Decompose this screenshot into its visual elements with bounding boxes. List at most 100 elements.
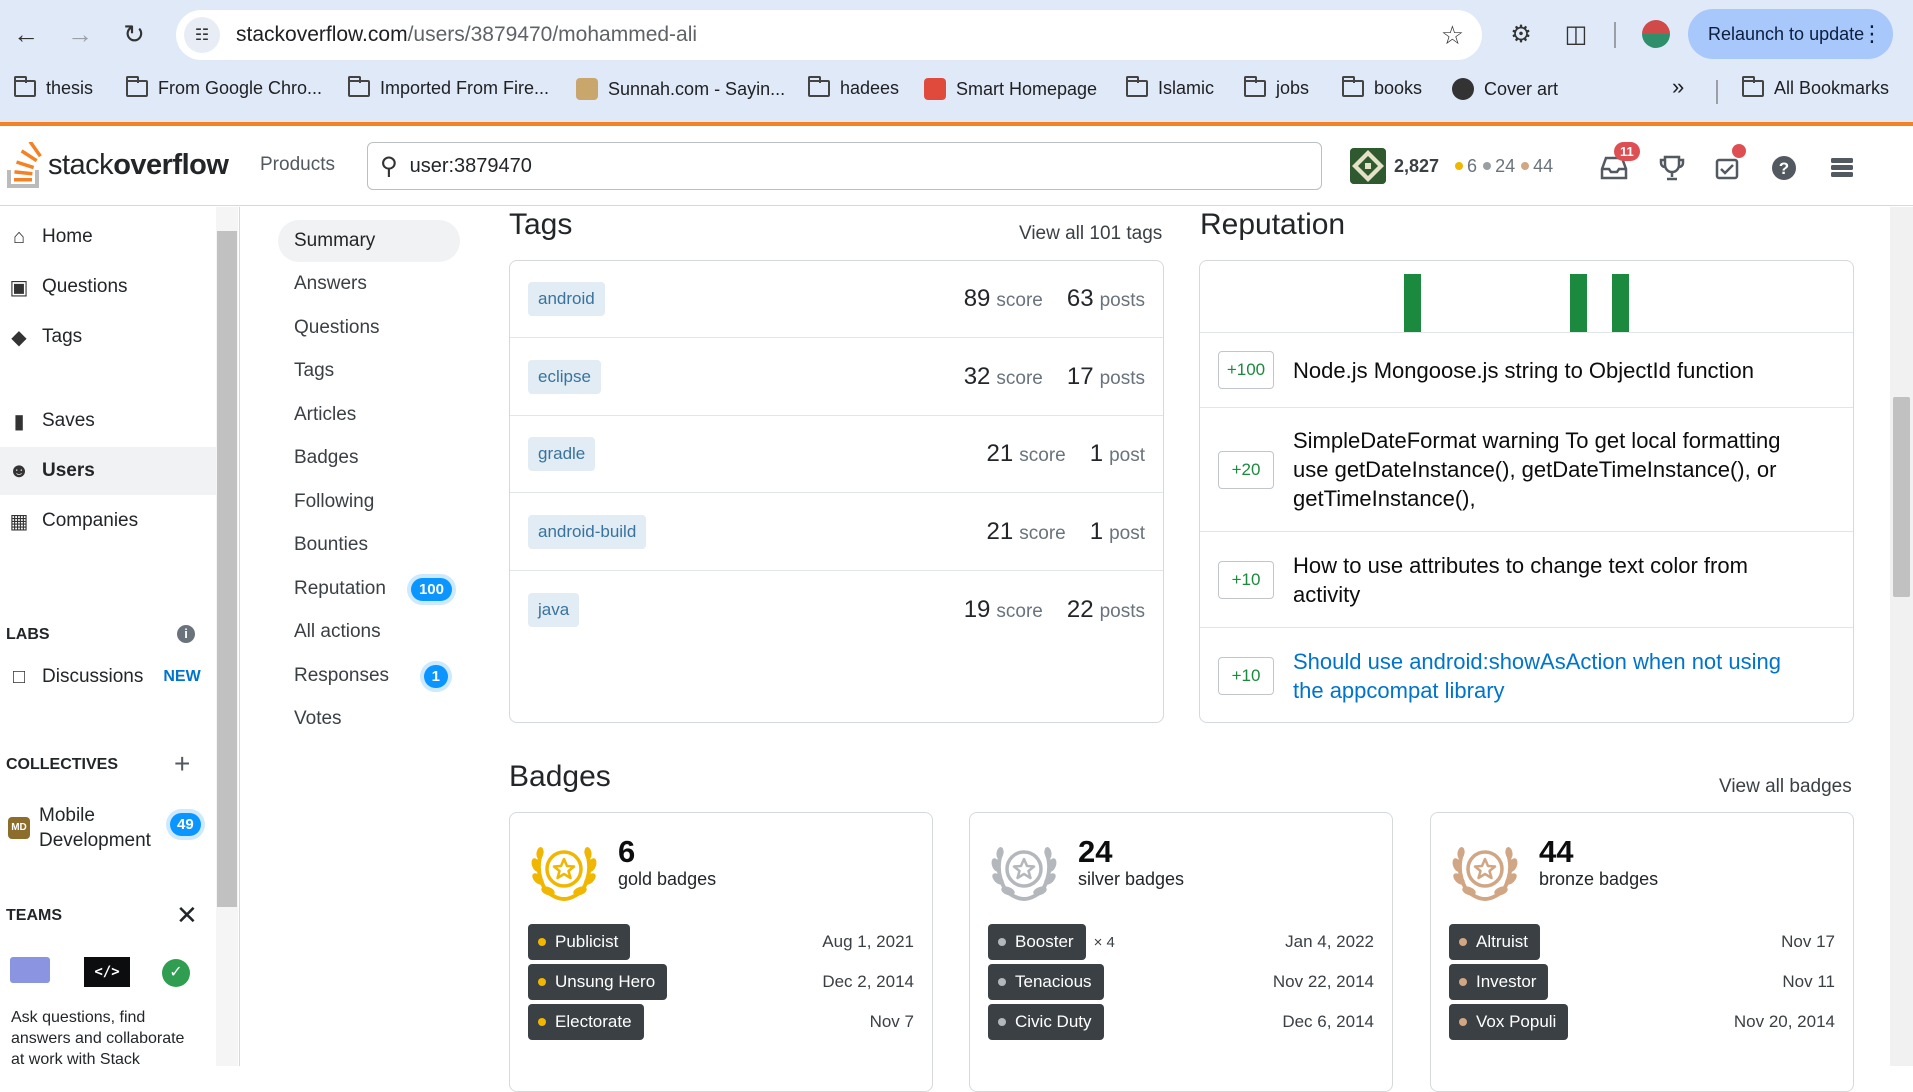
- labs-info-icon[interactable]: i: [177, 625, 195, 643]
- rep-event-row[interactable]: +100 Node.js Mongoose.js string to Objec…: [1200, 333, 1853, 408]
- badge-pill[interactable]: Investor: [1449, 964, 1549, 1000]
- sidebar-item-discussions[interactable]: □ Discussions NEW: [0, 653, 216, 701]
- view-all-badges-link[interactable]: View all badges: [1719, 776, 1852, 798]
- site-search[interactable]: ⚲: [367, 142, 1322, 190]
- inbox-icon[interactable]: 11: [1596, 142, 1640, 186]
- tab-answers[interactable]: Answers: [278, 263, 460, 305]
- reputation-graph-bar[interactable]: [1404, 274, 1421, 332]
- sidebar-item-home[interactable]: ⌂ Home: [0, 213, 216, 261]
- reputation-graph-bar[interactable]: [1570, 274, 1587, 332]
- tag-chip[interactable]: eclipse: [528, 359, 601, 394]
- relaunch-button[interactable]: Relaunch to update ⋮: [1688, 9, 1893, 59]
- add-collective-icon[interactable]: +: [174, 748, 190, 780]
- view-all-tags-link[interactable]: View all 101 tags: [1019, 223, 1162, 245]
- badge-pill[interactable]: Electorate: [528, 1004, 644, 1040]
- tab-badges[interactable]: Badges: [278, 437, 460, 479]
- tab-all-actions[interactable]: All actions: [278, 611, 460, 653]
- rep-event-title[interactable]: How to use attributes to change text col…: [1293, 551, 1813, 609]
- tab-votes[interactable]: Votes: [278, 698, 460, 740]
- bookmark-imported-from-firefox[interactable]: Imported From Fire...: [348, 76, 549, 99]
- extensions-puzzle-icon[interactable]: ◫: [1560, 18, 1592, 50]
- tab-responses[interactable]: Responses 1: [278, 655, 460, 697]
- profile-avatar[interactable]: [1640, 18, 1672, 50]
- user-rep-summary[interactable]: 2,827 6 24 44: [1350, 146, 1553, 186]
- badge-pill[interactable]: Booster: [988, 924, 1086, 960]
- reload-icon[interactable]: ↻: [114, 14, 154, 54]
- tag-score: 21: [986, 440, 1014, 467]
- sidebar-scrollbar[interactable]: [216, 207, 238, 1066]
- bookmark-books[interactable]: books: [1342, 76, 1422, 99]
- more-bookmarks-chevron-icon[interactable]: »: [1672, 74, 1684, 100]
- chrome-menu-icon[interactable]: ⋮: [1861, 21, 1883, 47]
- page-scrollbar-thumb[interactable]: [1893, 397, 1910, 597]
- badge-pill[interactable]: Altruist: [1449, 924, 1540, 960]
- home-icon: ⌂: [12, 225, 26, 248]
- site-settings-icon[interactable]: ☷: [184, 17, 220, 53]
- tab-reputation[interactable]: Reputation 100: [278, 568, 460, 610]
- url-text[interactable]: stackoverflow.com/users/3879470/mohammed…: [236, 23, 697, 47]
- bookmark-islamic[interactable]: Islamic: [1126, 76, 1214, 99]
- extension-gear-icon[interactable]: ⚙: [1505, 18, 1537, 50]
- tab-tags[interactable]: Tags: [278, 350, 460, 392]
- back-icon[interactable]: ←: [6, 14, 46, 54]
- badge-pill[interactable]: Publicist: [528, 924, 631, 960]
- sidebar-item-questions[interactable]: ▣ Questions: [0, 263, 216, 311]
- user-avatar[interactable]: [1350, 148, 1386, 184]
- bookmark-thesis[interactable]: thesis: [14, 76, 93, 99]
- badge-pill[interactable]: Unsung Hero: [528, 964, 668, 1000]
- tab-summary[interactable]: Summary: [278, 220, 460, 262]
- stackoverflow-logo[interactable]: stackoverflow: [6, 140, 229, 190]
- tab-bounties[interactable]: Bounties: [278, 524, 460, 566]
- all-bookmarks[interactable]: All Bookmarks: [1742, 76, 1889, 99]
- tag-chip[interactable]: android: [528, 282, 605, 316]
- site-switcher-icon[interactable]: [1824, 150, 1860, 186]
- tab-following[interactable]: Following: [278, 481, 460, 523]
- page-scrollbar[interactable]: [1890, 207, 1913, 1066]
- bookmark-sunnah[interactable]: Sunnah.com - Sayin...: [576, 78, 785, 100]
- bookmark-from-google-chrome[interactable]: From Google Chro...: [126, 76, 322, 99]
- rep-event-row[interactable]: +10 How to use attributes to change text…: [1200, 532, 1853, 628]
- products-menu[interactable]: Products: [260, 154, 335, 176]
- bookmark-jobs[interactable]: jobs: [1244, 76, 1309, 99]
- collective-mobile-development[interactable]: MD Mobile Development 49: [6, 799, 216, 855]
- badge-pill[interactable]: Civic Duty: [988, 1004, 1104, 1040]
- sidebar-item-companies[interactable]: ▦ Companies: [0, 497, 216, 545]
- search-input[interactable]: [409, 154, 1270, 178]
- bronze-badges-card: 44 bronze badges Altruist Nov 17 Investor Nov…: [1430, 812, 1854, 1092]
- help-icon[interactable]: ?: [1766, 150, 1802, 186]
- review-queues-icon[interactable]: [1710, 144, 1746, 186]
- reputation-graph-bar[interactable]: [1612, 274, 1629, 332]
- badge-card-header: 24 silver badges: [988, 835, 1184, 907]
- bookmark-smart-homepage[interactable]: Smart Homepage: [924, 78, 1097, 100]
- rep-event-title-link[interactable]: Should use android:showAsAction when not…: [1293, 647, 1813, 705]
- silver-dot-icon: [998, 1018, 1006, 1026]
- bookmark-star-icon[interactable]: ☆: [1441, 20, 1464, 51]
- badge-pill[interactable]: Vox Populi: [1449, 1004, 1569, 1040]
- badge-pill[interactable]: Tenacious: [988, 964, 1104, 1000]
- bookmark-icon: ▮: [13, 410, 25, 433]
- forward-icon[interactable]: →: [60, 14, 100, 54]
- tag-chip[interactable]: gradle: [528, 437, 596, 471]
- tag-chip[interactable]: java: [528, 592, 580, 627]
- tag-chip[interactable]: android-build: [528, 514, 647, 549]
- bronze-laurel-icon: [1452, 847, 1518, 902]
- tab-questions[interactable]: Questions: [278, 307, 460, 349]
- bookmark-cover-art[interactable]: Cover art: [1452, 78, 1558, 100]
- folder-icon: [1342, 76, 1364, 97]
- bookmark-hadees[interactable]: hadees: [808, 76, 899, 99]
- rep-event-title[interactable]: Node.js Mongoose.js string to ObjectId f…: [1293, 356, 1813, 385]
- sidebar-scrollbar-thumb[interactable]: [217, 231, 237, 907]
- address-bar[interactable]: ☷ stackoverflow.com/users/3879470/mohamm…: [176, 10, 1482, 60]
- sidebar-item-saves[interactable]: ▮ Saves: [0, 397, 216, 445]
- tab-articles[interactable]: Articles: [278, 394, 460, 436]
- close-teams-icon[interactable]: ✕: [176, 900, 198, 931]
- tag-row: gradle 21 score 1 post: [510, 416, 1163, 493]
- rep-event-title[interactable]: SimpleDateFormat warning To get local fo…: [1293, 426, 1813, 513]
- collective-count-badge: 49: [170, 813, 201, 836]
- tags-heading: Tags: [509, 208, 573, 241]
- rep-event-row[interactable]: +20 SimpleDateFormat warning To get loca…: [1200, 408, 1853, 532]
- sidebar-item-tags[interactable]: ◆ Tags: [0, 313, 216, 361]
- achievements-trophy-icon[interactable]: [1654, 150, 1690, 186]
- rep-event-row[interactable]: +10 Should use android:showAsAction when…: [1200, 628, 1853, 722]
- sidebar-item-users[interactable]: ☻ Users: [0, 447, 216, 495]
